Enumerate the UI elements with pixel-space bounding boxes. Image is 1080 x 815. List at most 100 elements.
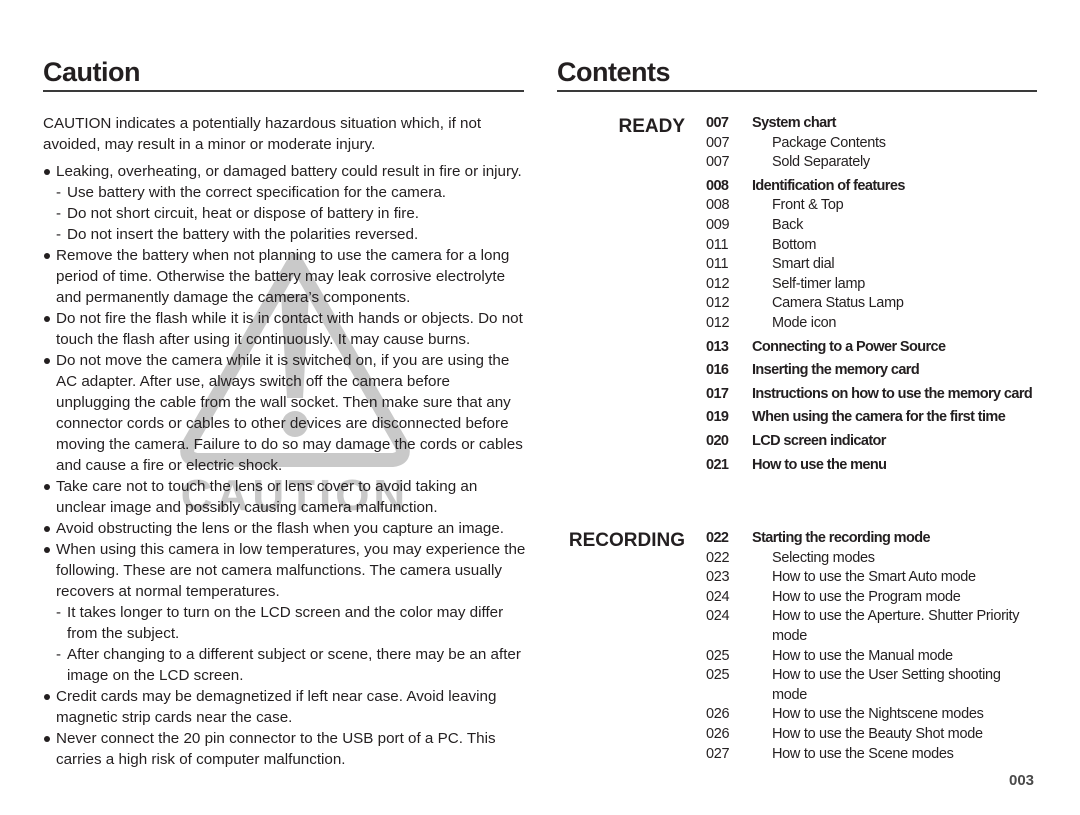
caution-bullet-text: Credit cards may be demagnetized if left… [56,688,497,726]
caution-sub-text: Do not short circuit, heat or dispose of… [67,205,420,222]
dash-marker: - [56,646,62,663]
toc-entry-sub[interactable]: 026 How to use the Nightscene modes [706,705,1036,725]
toc-entry-title: Instructions on how to use the memory ca… [752,385,1033,402]
caution-bullet-item: When using this camera in low temperatur… [43,539,528,602]
toc-entry-main[interactable]: 007 System chart [706,114,1036,134]
caution-bullet-text: Never connect the 20 pin connector to th… [56,730,496,768]
toc-entry-title: When using the camera for the first time [752,409,1006,426]
toc-page-number: 011 [706,236,729,253]
toc-page-number: 027 [706,745,730,762]
toc-entry-title: Mode icon [772,314,837,331]
toc-page-number: 012 [706,275,730,292]
toc-entry-main[interactable]: 016 Inserting the memory card [706,361,1036,381]
toc-entry-title: Identification of features [752,177,905,194]
toc-entry-title: How to use the Aperture. Shutter Priorit… [772,608,1020,644]
toc-entry-main[interactable]: 017 Instructions on how to use the memory… [706,385,1036,405]
toc-entry-title: How to use the Scene modes [772,745,954,762]
toc-page-number: 024 [706,588,730,605]
bullet-dot-icon [44,358,50,364]
bullet-dot-icon [44,169,50,175]
caution-bullet-text: Do not fire the flash while it is in con… [56,310,523,348]
toc-page-number: 016 [706,362,729,379]
toc-entry-title: Connecting to a Power Source [752,338,946,355]
caution-sub-text: After changing to a different subject or… [67,646,521,684]
toc-entry-main[interactable]: 019 When using the camera for the first t… [706,408,1036,428]
toc-entry-title: Starting the recording mode [752,530,931,546]
toc-entry-sub[interactable]: 012 Camera Status Lamp [706,294,1036,314]
toc-entry-title: Camera Status Lamp [772,295,904,312]
toc-entry-sub[interactable]: 023 How to use the Smart Auto mode [706,568,1036,588]
toc-page-number: 026 [706,706,730,723]
page-number: 003 [1009,772,1035,789]
bullet-dot-icon [44,484,50,490]
toc-page-number: 008 [706,197,730,214]
bullet-dot-icon [44,694,50,700]
toc-entry-sub[interactable]: 024 How to use the Aperture. Shutter Prio… [706,607,1036,646]
caution-bullet-item: Remove the battery when not planning to … [43,245,528,308]
caution-bullet-text: Avoid obstructing the lens or the flash … [56,520,505,537]
toc-page-number: 008 [706,177,729,194]
caution-bullet-text: Remove the battery when not planning to … [56,247,510,306]
toc-entry-title: How to use the Smart Auto mode [772,569,976,586]
toc-page-number: 012 [706,295,730,312]
caution-bullet-text: Take care not to touch the lens or lens … [56,478,478,516]
toc-entry-title: System chart [752,115,836,131]
toc-page-number: 017 [706,385,729,402]
toc-entry-title: Self-timer lamp [772,275,865,292]
caution-sub-text: Do not insert the battery with the polar… [67,226,419,243]
toc-entry-title: How to use the Nightscene modes [772,706,984,723]
toc-entry-sub[interactable]: 025 How to use the User Setting shooting … [706,666,1036,705]
contents-heading: Contents [557,57,671,87]
toc-page-number: 007 [706,115,729,131]
toc-entry-sub[interactable]: 026 How to use the Beauty Shot mode [706,725,1036,745]
toc-entry-main[interactable]: 020 LCD screen indicator [706,432,1036,452]
toc-entry-sub[interactable]: 022 Selecting modes [706,549,1036,569]
toc-entry-main[interactable]: 021 How to use the menu [706,456,1036,476]
caution-bullet-item: Avoid obstructing the lens or the flash … [43,518,528,539]
toc-page-number: 025 [706,667,730,684]
toc-entry-sub[interactable]: 008 Front & Top [706,196,1036,216]
toc-page-number: 025 [706,647,730,664]
toc-page-number: 013 [706,338,729,355]
toc-entry-sub[interactable]: 027 How to use the Scene modes [706,745,1036,765]
toc-page-number: 020 [706,432,729,449]
caution-list: Leaking, overheating, or damaged battery… [43,161,528,770]
toc-entry-sub[interactable]: 012 Mode icon [706,314,1036,334]
toc-entry-title: Smart dial [772,256,835,273]
toc-page-number: 023 [706,569,730,586]
bullet-dot-icon [44,547,50,553]
caution-sub-item: - Do not short circuit, heat or dispose o… [43,203,528,224]
toc-entry-sub[interactable]: 011 Bottom [706,236,1036,256]
toc-entry-title: LCD screen indicator [752,432,886,449]
toc-entry-title: Package Contents [772,134,886,151]
toc-page-number: 022 [706,530,729,546]
toc-entry-sub[interactable]: 012 Self-timer lamp [706,275,1036,295]
toc-entry-title: How to use the Program mode [772,588,961,605]
toc-entry-main[interactable]: 022 Starting the recording mode [706,529,1036,549]
toc-entry-main[interactable]: 013 Connecting to a Power Source [706,338,1036,358]
caution-sub-item: - Use battery with the correct specificat… [43,182,528,203]
toc-entry-main[interactable]: 008 Identification of features [706,177,1036,197]
caution-body: CAUTION indicates a potentially hazardou… [43,113,528,770]
toc-entry-sub[interactable]: 007 Package Contents [706,134,1036,154]
toc-page-number: 019 [706,409,729,426]
toc-entry-sub[interactable]: 011 Smart dial [706,255,1036,275]
caution-sub-item: - Do not insert the battery with the pola… [43,224,528,245]
dash-marker: - [56,604,62,621]
toc-page-number: 012 [706,314,730,331]
toc-entry-sub[interactable]: 007 Sold Separately [706,153,1036,173]
toc-entry-sub[interactable]: 024 How to use the Program mode [706,588,1036,608]
toc-page-number: 009 [706,216,730,233]
caution-bullet-item: Do not move the camera while it is switc… [43,350,528,476]
bullet-dot-icon [44,316,50,322]
toc-entry-sub[interactable]: 025 How to use the Manual mode [706,647,1036,667]
bullet-dot-icon [44,253,50,259]
toc-page-number: 021 [706,456,729,473]
toc-page-number: 007 [706,154,730,171]
toc-entry-sub[interactable]: 009 Back [706,216,1036,236]
dash-marker: - [56,226,62,243]
caution-bullet-text: Leaking, overheating, or damaged battery… [56,163,522,180]
caution-heading: Caution [43,57,141,87]
toc-ready-list: 007 System chart 007 Package Contents 007 Sol… [706,114,1036,475]
toc-page-number: 007 [706,134,730,151]
